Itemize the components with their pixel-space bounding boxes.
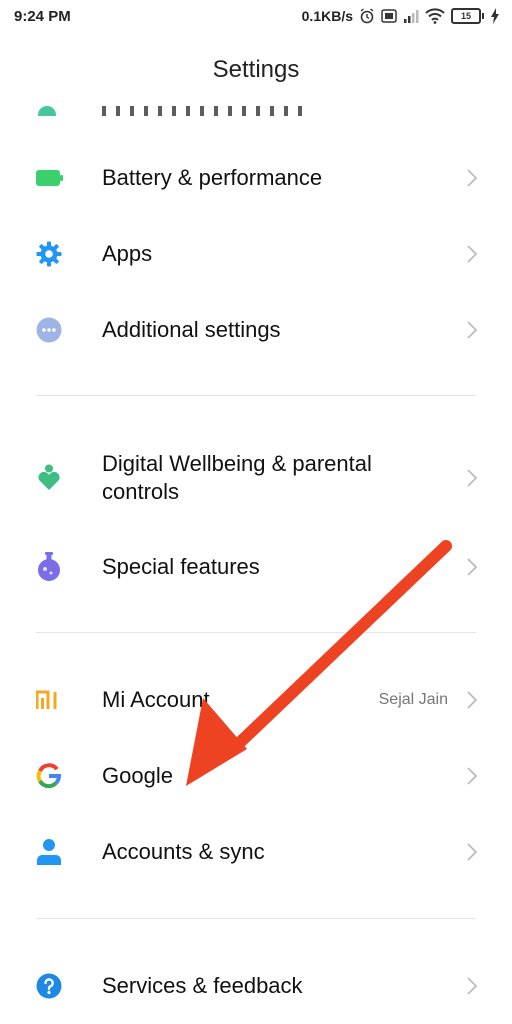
google-icon [36,763,62,789]
charging-icon [490,8,500,24]
section-divider [36,632,476,633]
person-icon [36,838,62,865]
section-divider [36,918,476,919]
section-divider [36,395,476,396]
alarm-icon [359,8,375,24]
settings-item-google[interactable]: Google [0,756,512,796]
battery-level: 15 [451,8,481,24]
settings-item-digital-wellbeing[interactable]: Digital Wellbeing & parental controls [0,448,512,508]
settings-item-mi-account[interactable]: Mi Account Sejal Jain [0,680,512,720]
page-title: Settings [212,56,300,83]
settings-item-accounts-sync[interactable]: Accounts & sync [0,832,512,872]
status-time: 9:24 PM [14,8,71,25]
mi-logo-icon [35,688,62,714]
flask-icon [36,552,62,581]
settings-item-label-line1: Digital Wellbeing & parental [102,451,372,476]
settings-item-label: Mi Account [102,687,210,712]
settings-item-label: Battery & performance [102,165,323,190]
chevron-right-icon [466,976,478,996]
battery-status-icon: 15 [451,8,484,24]
chevron-right-icon [466,766,478,786]
wifi-icon [425,8,445,24]
settings-item-label-line2: controls [102,479,180,504]
settings-item-battery-performance[interactable]: Battery & performance [0,158,512,198]
settings-item-additional-settings[interactable]: Additional settings [0,310,512,350]
help-icon [36,973,62,999]
settings-item-special-features[interactable]: Special features [0,547,512,587]
settings-item-label: Special features [102,554,260,579]
chevron-right-icon [466,842,478,862]
network-speed: 0.1KB/s [301,8,353,24]
chevron-right-icon [466,468,478,488]
chevron-right-icon [466,320,478,340]
gear-icon [36,241,62,267]
settings-item-label: Services & feedback [102,973,303,998]
account-name: Sejal Jain [378,691,448,708]
chevron-right-icon [466,557,478,577]
settings-item-apps[interactable]: Apps [0,234,512,274]
battery-icon [36,165,63,191]
more-dots-icon [36,317,62,343]
chevron-right-icon [466,168,478,188]
partial-item-label [102,106,302,116]
settings-item-label: Apps [102,241,153,266]
partial-item-icon [38,106,56,116]
status-icons: 0.1KB/s 15 [302,8,500,24]
settings-item-label: Google [102,763,173,788]
wellbeing-heart-icon [36,464,62,490]
signal-icon [403,9,419,23]
settings-item-label: Accounts & sync [102,839,265,864]
settings-item-services-feedback[interactable]: Services & feedback [0,966,512,1006]
scrolled-item-partial [36,100,476,116]
chevron-right-icon [466,244,478,264]
chevron-right-icon [466,690,478,710]
status-bar: 9:24 PM 0.1KB/s 15 [0,0,512,36]
settings-item-label: Additional settings [102,317,281,342]
volte-icon [381,8,397,24]
